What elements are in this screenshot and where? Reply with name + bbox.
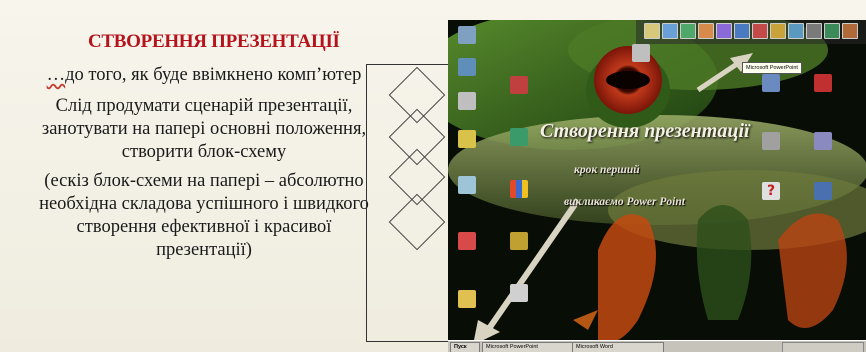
system-tray bbox=[782, 342, 864, 352]
network-icon[interactable] bbox=[454, 58, 480, 77]
slide-title: СТВОРЕННЯ ПРЕЗЕНТАЦІЇ bbox=[88, 31, 340, 52]
scenario-paragraph: Слід продумати сценарій презентації, зан… bbox=[41, 96, 367, 162]
slide-text-block: …до того, як буде ввімкнено комп’ютер Сл… bbox=[34, 64, 374, 262]
office-shortcut-bar bbox=[636, 20, 866, 44]
office-shortcut-4-icon[interactable] bbox=[698, 23, 714, 39]
folder-icon[interactable] bbox=[454, 290, 480, 309]
intro-text: до того, як буде ввімкнено комп’ютер bbox=[65, 65, 362, 85]
office-shortcut-3-icon[interactable] bbox=[680, 23, 696, 39]
book-icon[interactable] bbox=[810, 182, 836, 201]
briefcase-icon[interactable] bbox=[454, 130, 480, 149]
sketch-note: (ескіз блок-схеми на папері – абсолютно … bbox=[39, 171, 369, 260]
office-shortcut-5-icon[interactable] bbox=[716, 23, 732, 39]
intro-line: …до того, як буде ввімкнено комп’ютер bbox=[34, 64, 374, 87]
office-shortcut-2-icon[interactable] bbox=[662, 23, 678, 39]
help-icon[interactable]: ? bbox=[758, 182, 784, 201]
word-icon[interactable] bbox=[506, 76, 532, 95]
notepad-icon[interactable] bbox=[810, 74, 836, 93]
paint-icon[interactable] bbox=[758, 74, 784, 93]
office-shortcut-7-icon[interactable] bbox=[752, 23, 768, 39]
inbox-icon[interactable] bbox=[454, 176, 480, 195]
office-shortcut-1-icon[interactable] bbox=[644, 23, 660, 39]
excel-icon[interactable] bbox=[506, 128, 532, 147]
powerpoint-tooltip: Microsoft PowerPoint bbox=[742, 62, 802, 74]
my-computer-icon[interactable] bbox=[454, 26, 480, 45]
office-shortcut-10-icon[interactable] bbox=[806, 23, 822, 39]
scanner-icon[interactable] bbox=[810, 132, 836, 151]
office-shortcut-9-icon[interactable] bbox=[788, 23, 804, 39]
office-shortcut-12-icon[interactable] bbox=[842, 23, 858, 39]
outlook-icon[interactable] bbox=[628, 44, 654, 63]
intro-ellipsis: … bbox=[46, 65, 66, 85]
taskbar-item-powerpoint[interactable]: Microsoft PowerPoint bbox=[482, 342, 574, 352]
powerpoint-icon[interactable] bbox=[506, 180, 532, 199]
recycle-bin-icon[interactable] bbox=[454, 92, 480, 111]
taskbar: Пуск Microsoft PowerPoint Microsoft Word bbox=[448, 340, 866, 352]
media-icon[interactable] bbox=[506, 284, 532, 303]
presentation-slide: СТВОРЕННЯ ПРЕЗЕНТАЦІЇ …до того, як буде … bbox=[0, 0, 866, 352]
desktop-screenshot: Microsoft PowerPoint ? Створення презент… bbox=[448, 20, 866, 352]
office-shortcut-11-icon[interactable] bbox=[824, 23, 840, 39]
start-button[interactable]: Пуск bbox=[450, 342, 480, 352]
overlay-step: крок перший bbox=[574, 164, 640, 176]
internet-explorer-icon[interactable] bbox=[454, 232, 480, 251]
calculator-icon[interactable] bbox=[506, 232, 532, 251]
office-shortcut-6-icon[interactable] bbox=[734, 23, 750, 39]
overlay-call: викликаємо Power Point bbox=[564, 196, 685, 208]
printer-icon[interactable] bbox=[758, 132, 784, 151]
taskbar-item-word[interactable]: Microsoft Word bbox=[572, 342, 664, 352]
overlay-title: Створення презентації bbox=[540, 120, 750, 142]
office-shortcut-8-icon[interactable] bbox=[770, 23, 786, 39]
